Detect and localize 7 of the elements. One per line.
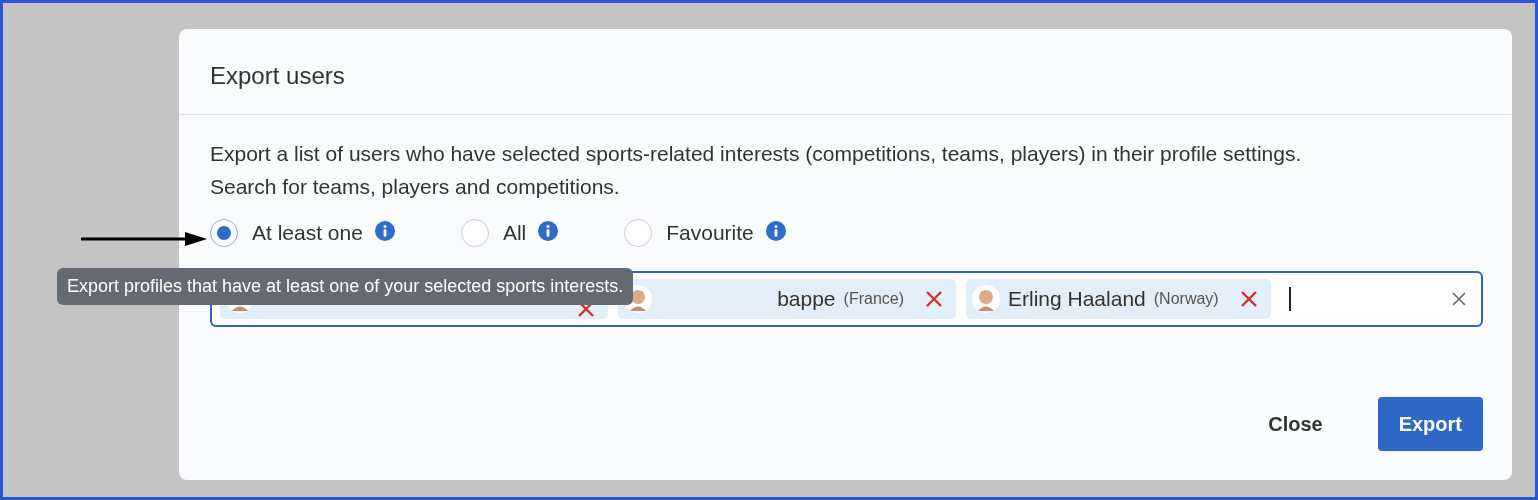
description-text: Export a list of users who have selected sports-related interests (competitions, teams, players) in their profile settings. Search for teams, players and competitions. xyxy=(210,141,1303,200)
dialog-title: Export users xyxy=(210,61,345,90)
tooltip: Export profiles that have at least one of your selected sports interests. xyxy=(57,268,634,305)
chip-detail: (Norway) xyxy=(1153,290,1219,308)
chip-detail: (France) xyxy=(843,290,904,308)
chip-name: bappe xyxy=(777,287,836,311)
chip-name: Erling Haaland xyxy=(1008,287,1146,311)
